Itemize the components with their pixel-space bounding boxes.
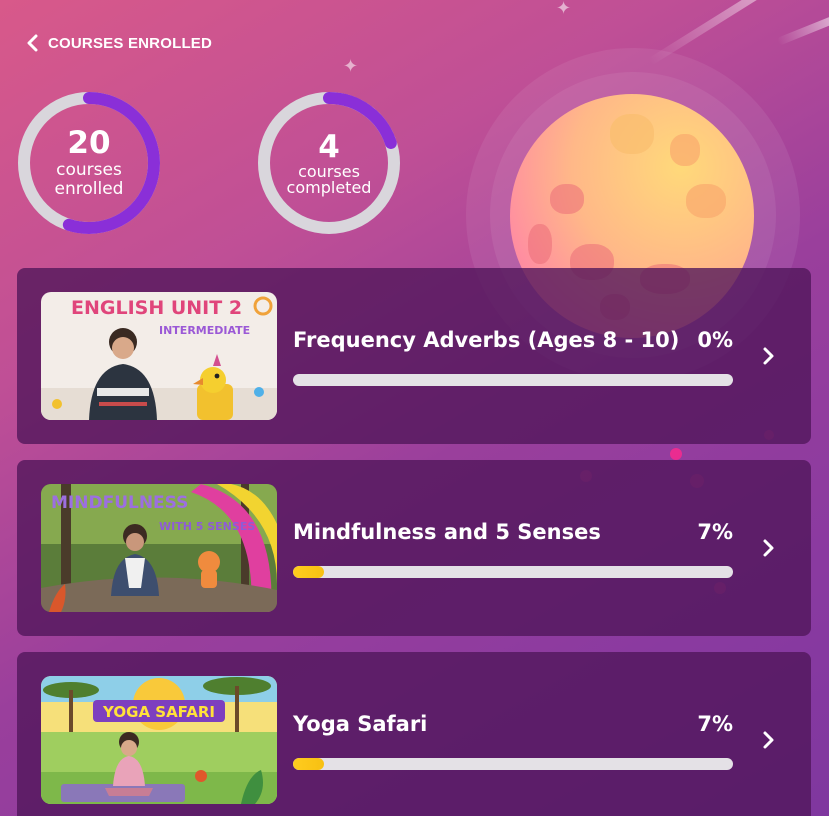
sparkle-icon: ✦ xyxy=(343,56,359,77)
course-percent: 0% xyxy=(697,328,733,352)
course-card-yoga-safari[interactable]: YOGA SAFARI Yoga Safari 7% xyxy=(17,652,811,816)
page-title: COURSES ENROLLED xyxy=(48,34,213,52)
course-progress-bar xyxy=(293,374,733,386)
course-card-mindfulness[interactable]: MINDFULNESS WITH 5 SENSES Mindfulness an… xyxy=(17,460,811,636)
chevron-right-icon xyxy=(763,731,774,749)
course-thumbnail: MINDFULNESS WITH 5 SENSES xyxy=(41,484,277,612)
back-button[interactable]: COURSES ENROLLED xyxy=(26,34,212,52)
shooting-star xyxy=(647,0,780,66)
course-thumbnail: ENGLISH UNIT 2 INTERMEDIATE xyxy=(41,292,277,420)
enrolled-stat: 20 courses enrolled xyxy=(16,90,162,236)
enrolled-label-1: courses xyxy=(56,159,122,180)
completed-count: 4 xyxy=(318,128,340,165)
decor-dot xyxy=(670,448,682,460)
course-progress-fill xyxy=(293,566,324,578)
course-card-frequency-adverbs[interactable]: ENGLISH UNIT 2 INTERMEDIATE Frequency Ad… xyxy=(17,268,811,444)
enrolled-label-2: enrolled xyxy=(54,179,124,200)
thumbnail-title: ENGLISH UNIT 2 xyxy=(71,297,242,319)
thumbnail-subtitle: WITH 5 SENSES xyxy=(159,520,255,533)
chevron-right-icon xyxy=(763,539,774,557)
sparkle-icon: ✦ xyxy=(556,0,572,19)
chevron-left-icon xyxy=(27,34,38,52)
course-percent: 7% xyxy=(697,520,733,544)
thumbnail-subtitle: INTERMEDIATE xyxy=(159,324,250,337)
thumbnail-title: MINDFULNESS xyxy=(51,493,188,513)
enrolled-count: 20 xyxy=(67,125,111,162)
course-progress-bar xyxy=(293,566,733,578)
course-title: Yoga Safari xyxy=(293,712,428,736)
course-percent: 7% xyxy=(697,712,733,736)
shooting-star xyxy=(776,15,829,46)
course-progress-fill xyxy=(293,758,324,770)
course-title: Frequency Adverbs (Ages 8 - 10) xyxy=(293,328,680,352)
completed-stat: 4 courses completed xyxy=(256,90,402,236)
chevron-right-icon xyxy=(763,347,774,365)
course-title: Mindfulness and 5 Senses xyxy=(293,520,601,544)
course-progress-bar xyxy=(293,758,733,770)
course-thumbnail: YOGA SAFARI xyxy=(41,676,277,804)
thumbnail-title: YOGA SAFARI xyxy=(102,703,215,721)
completed-label-2: completed xyxy=(286,178,372,198)
